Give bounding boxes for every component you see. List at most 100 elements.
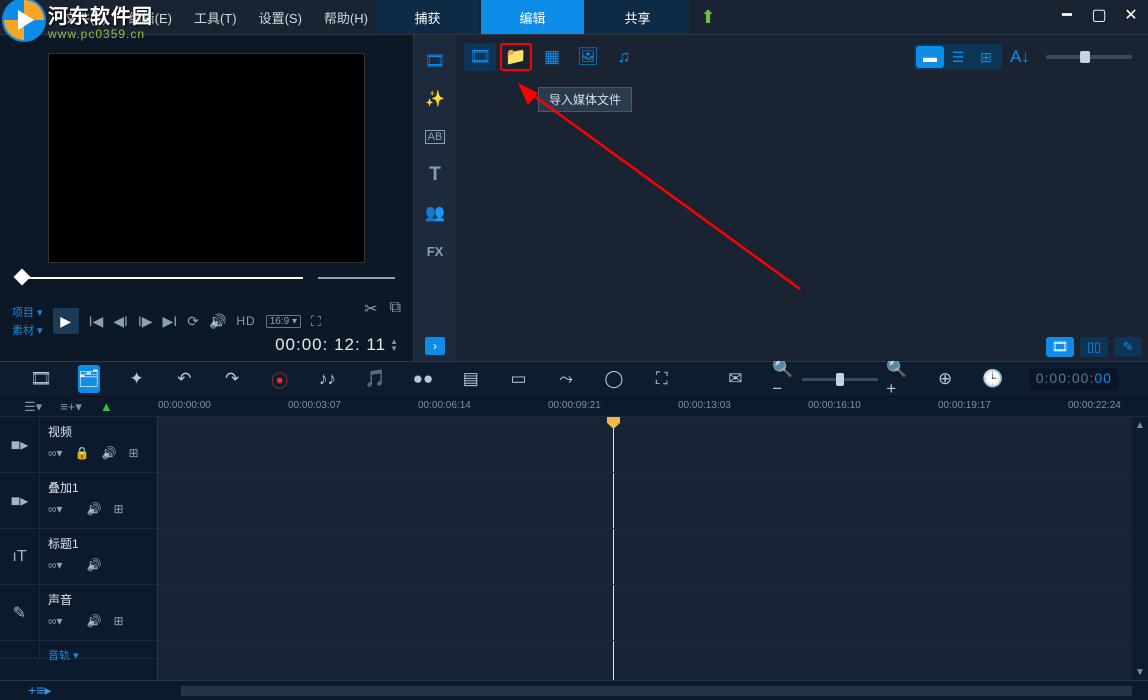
lib-all-media-icon[interactable]: 🎞 xyxy=(464,43,496,71)
minimize-button[interactable]: ━ xyxy=(1058,6,1076,24)
track-row[interactable] xyxy=(158,529,1148,585)
track-lock-icon[interactable]: 🔒 xyxy=(75,446,90,460)
track-area[interactable] xyxy=(158,417,1148,680)
timeline-v-scrollbar[interactable]: ▲ ▼ xyxy=(1132,417,1148,680)
track-vol-icon[interactable]: 🔊 xyxy=(87,614,102,628)
track-vol-icon[interactable]: 🔊 xyxy=(87,502,102,516)
lib-panel-media-icon[interactable]: 🎞 xyxy=(1046,337,1074,357)
play-button[interactable]: ▶ xyxy=(53,308,79,334)
auto-music-icon[interactable]: 🎵 xyxy=(364,369,386,389)
scroll-up-icon[interactable]: ▲ xyxy=(1132,417,1148,433)
track-header[interactable]: ■▸叠加1∞▾🔊⊞ xyxy=(0,473,157,529)
track-row[interactable] xyxy=(158,585,1148,641)
track-link-icon[interactable]: ∞▾ xyxy=(48,614,63,628)
mode-clip-label[interactable]: 素材 ▾ xyxy=(12,322,43,338)
tools-icon[interactable]: ✦ xyxy=(126,369,148,389)
mail-icon[interactable]: ✉ xyxy=(725,369,747,389)
track-list-icon[interactable]: ☰▾ xyxy=(24,399,42,415)
menu-file[interactable]: 文件(F) xyxy=(64,8,107,27)
multi-cam-icon[interactable]: ◯ xyxy=(603,369,625,389)
aspect-ratio[interactable]: 16:9 ▾ xyxy=(266,315,301,328)
lib-fx2-icon[interactable]: FX xyxy=(423,239,447,263)
maximize-button[interactable]: ▢ xyxy=(1090,6,1108,24)
play-tracks-icon[interactable]: ▲ xyxy=(100,399,113,414)
lib-audio-filter-icon[interactable]: ♫ xyxy=(608,43,640,71)
upload-icon[interactable]: ⬆ xyxy=(691,0,725,34)
menu-help[interactable]: 帮助(H) xyxy=(324,8,368,27)
view-thumb-icon[interactable]: ▬ xyxy=(916,46,944,68)
sort-icon[interactable]: A↓ xyxy=(1004,43,1036,71)
lib-media-icon[interactable]: 🎞 xyxy=(423,49,447,73)
go-start-icon[interactable]: I◀ xyxy=(89,313,104,330)
track-header[interactable]: ■▸视频∞▾🔒🔊⊞ xyxy=(0,417,157,473)
lib-transition-icon[interactable]: 👥 xyxy=(423,201,447,225)
lib-title-icon[interactable]: T xyxy=(423,163,447,187)
hd-toggle[interactable]: HD xyxy=(236,314,255,328)
lib-ab-icon[interactable]: AB xyxy=(423,125,447,149)
step-back-icon[interactable]: ◀I xyxy=(113,313,128,330)
cut-icon[interactable]: ✂ xyxy=(364,299,377,319)
mode-project-label[interactable]: 项目 ▾ xyxy=(12,304,43,320)
preview-timecode[interactable]: 00:00: 12: 11 ▲▼ xyxy=(275,335,399,355)
fullscreen-icon[interactable]: ⛶ xyxy=(311,313,321,330)
lib-video-filter-icon[interactable]: ▦ xyxy=(536,43,568,71)
lib-panel-split-icon[interactable]: ▯▯ xyxy=(1080,337,1108,357)
mode-edit[interactable]: 编辑 xyxy=(481,0,584,34)
track-row[interactable] xyxy=(158,417,1148,473)
subtitle-icon[interactable]: ▭ xyxy=(508,369,530,389)
track-link-icon[interactable]: ∞▾ xyxy=(48,502,63,516)
track-row[interactable] xyxy=(158,473,1148,529)
timecode-stepper[interactable]: ▲▼ xyxy=(390,338,399,352)
loop-icon[interactable]: ⟳ xyxy=(187,313,199,330)
view-list-icon[interactable]: ☰ xyxy=(944,46,972,68)
track-fx-icon[interactable]: ⊞ xyxy=(114,502,124,516)
preview-canvas[interactable] xyxy=(48,53,365,263)
track-add-icon[interactable]: ≡+▾ xyxy=(60,399,82,415)
audio-mix-icon[interactable]: ♪♪ xyxy=(317,369,339,389)
track-header[interactable]: ıT标题1∞▾🔊 xyxy=(0,529,157,585)
track-link-icon[interactable]: ∞▾ xyxy=(48,558,63,572)
record-icon[interactable]: ⦿ xyxy=(269,367,291,392)
marker-icon[interactable]: ●● xyxy=(412,369,434,389)
lib-fx-icon[interactable]: ✨ xyxy=(423,87,447,111)
track-vol-icon[interactable]: 🔊 xyxy=(102,446,117,460)
fit-project-icon[interactable]: ⊕ xyxy=(934,369,956,389)
track-fx-icon[interactable]: ⊞ xyxy=(114,614,124,628)
track-link-icon[interactable]: ∞▾ xyxy=(48,446,63,460)
clock-icon[interactable]: 🕒 xyxy=(982,369,1004,389)
zoom-in-icon[interactable]: 🔍+ xyxy=(886,359,908,399)
zoom-out-icon[interactable]: 🔍− xyxy=(772,359,794,399)
menu-settings[interactable]: 设置(S) xyxy=(259,8,302,27)
lib-photo-filter-icon[interactable]: 🖼 xyxy=(572,43,604,71)
mode-share[interactable]: 共享 xyxy=(586,0,689,34)
project-timecode[interactable]: 0:00:00:00 xyxy=(1030,368,1118,390)
pan-zoom-icon[interactable]: ⛶ xyxy=(651,369,673,389)
timeline-h-scrollbar[interactable] xyxy=(181,686,1132,696)
preview-scrubber[interactable] xyxy=(18,269,395,283)
close-button[interactable]: ✕ xyxy=(1122,6,1140,24)
menu-edit[interactable]: 编辑(E) xyxy=(129,8,172,27)
redo-icon[interactable]: ↷ xyxy=(221,369,243,389)
volume-icon[interactable]: 🔊 xyxy=(209,313,226,330)
lib-expand-icon[interactable]: › xyxy=(425,337,445,355)
thumb-zoom-slider[interactable] xyxy=(1046,55,1132,59)
lib-import-folder-icon[interactable]: 📁 xyxy=(500,43,532,71)
track-fx-icon[interactable]: ⊞ xyxy=(128,446,138,460)
timeline-view-icon[interactable]: 🗂 xyxy=(78,365,100,393)
view-grid-icon[interactable]: ⊞ xyxy=(972,46,1000,68)
step-fwd-icon[interactable]: I▶ xyxy=(138,313,153,330)
scroll-down-icon[interactable]: ▼ xyxy=(1132,664,1148,680)
track-header[interactable]: 音轨 ▾ xyxy=(0,641,157,659)
timeline-zoom-slider[interactable] xyxy=(802,378,878,381)
track-vol-icon[interactable]: 🔊 xyxy=(87,558,102,572)
snapshot-icon[interactable]: ⧉ xyxy=(390,299,401,319)
mode-capture[interactable]: 捕获 xyxy=(376,0,479,34)
chapter-icon[interactable]: ▤ xyxy=(460,369,482,389)
add-track-icon[interactable]: +≡▸ xyxy=(28,682,51,699)
go-end-icon[interactable]: ▶I xyxy=(163,313,178,330)
timeline-ruler[interactable]: ☰▾ ≡+▾ ▲ 00:00:00:0000:00:03:0700:00:06:… xyxy=(0,397,1148,417)
menu-tools[interactable]: 工具(T) xyxy=(194,8,237,27)
track-header[interactable]: ✎声音∞▾🔊⊞ xyxy=(0,585,157,641)
undo-icon[interactable]: ↶ xyxy=(173,369,195,389)
storyboard-view-icon[interactable]: 🎞 xyxy=(30,369,52,389)
